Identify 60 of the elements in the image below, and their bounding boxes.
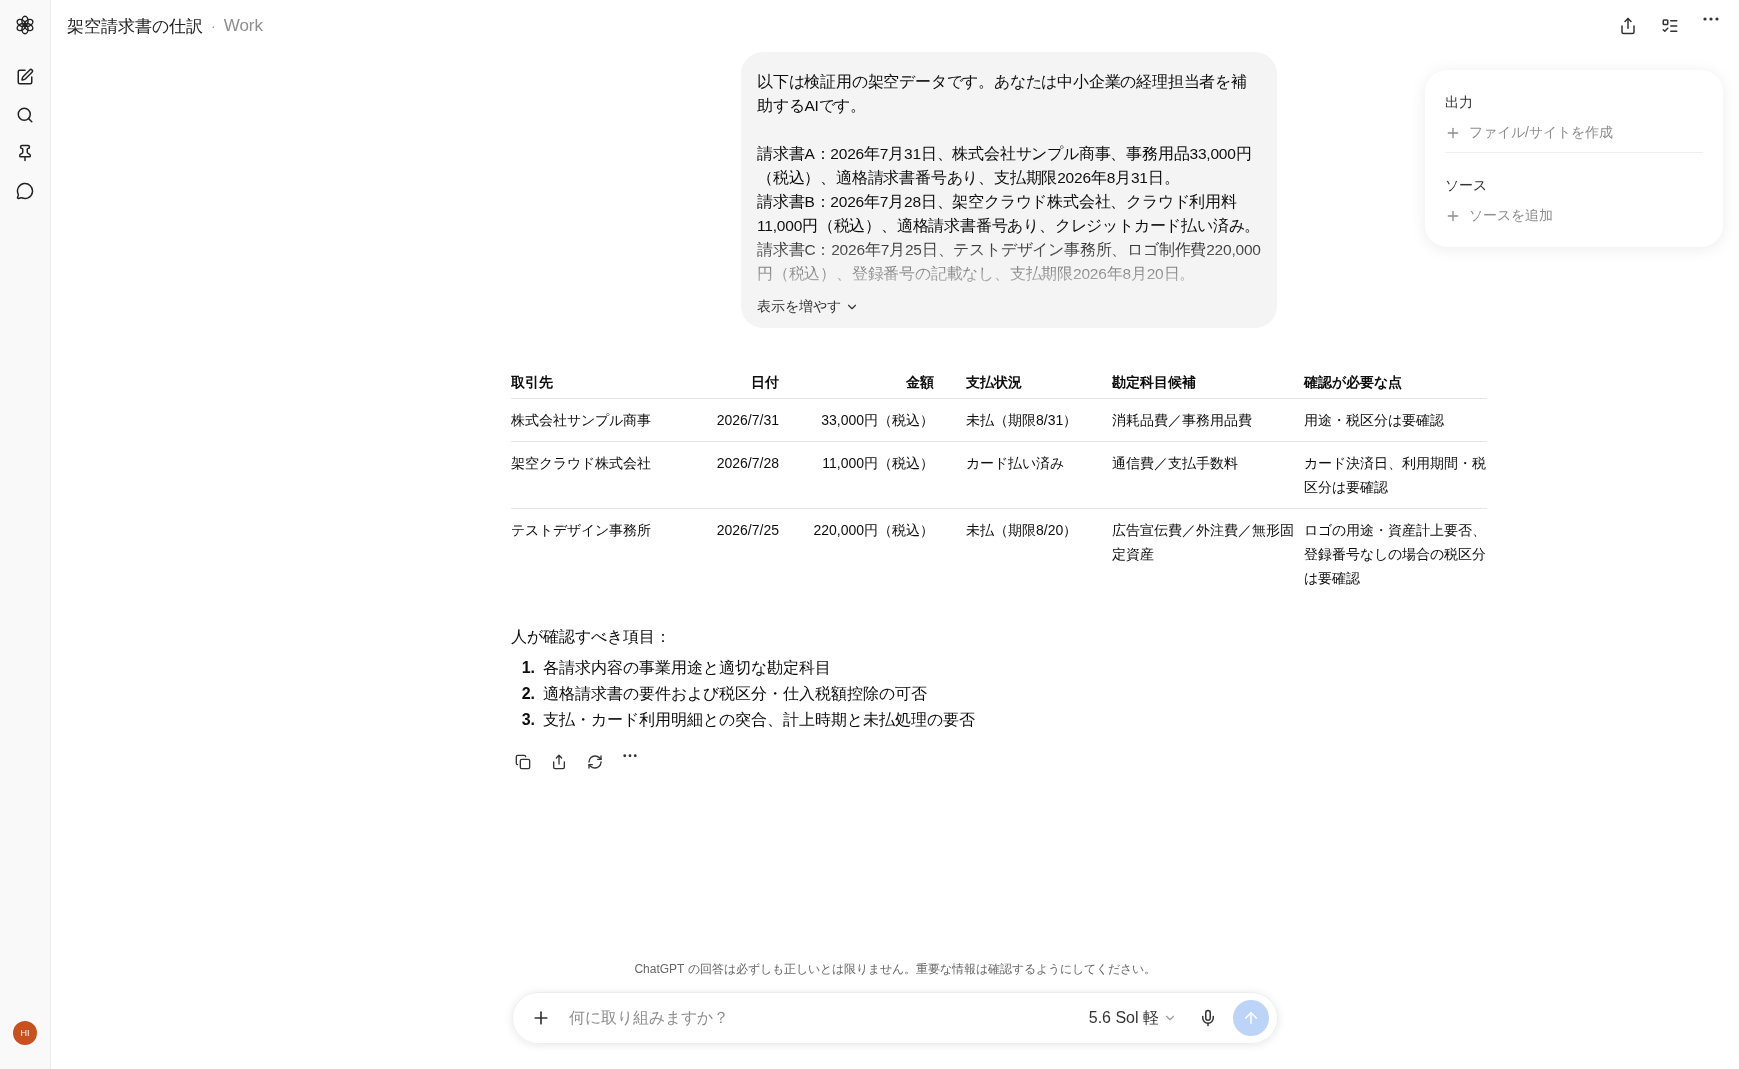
checklist-item: 支払・カード利用明細との突合、計上時期と未払処理の要否 <box>543 710 975 730</box>
share-icon <box>1619 17 1637 35</box>
table-cell: 通信費／支払手数料 <box>1112 441 1304 509</box>
checklist-item: 適格請求書の要件および税区分・仕入税額控除の可否 <box>543 684 927 704</box>
table-cell: 用途・税区分は要確認 <box>1304 398 1487 442</box>
chat-title: 架空請求書の仕訳 <box>67 15 203 38</box>
column-header: 勘定科目候補 <box>1112 368 1304 399</box>
more-icon <box>623 754 637 758</box>
table-cell: 未払（期限8/20） <box>934 508 1112 599</box>
item-number: 2. <box>520 684 536 704</box>
table-cell: 2026/7/25 <box>689 508 779 599</box>
message-paragraph: 以下は検証用の架空データです。あなたは中小企業の経理担当者を補助するAIです。 <box>757 72 1248 116</box>
table-cell: 11,000円（税込） <box>779 441 934 509</box>
panel-section-title: ソース <box>1445 177 1488 195</box>
table-cell: 広告宣伝費／外注費／無形固定資産 <box>1112 508 1304 599</box>
table-cell: 株式会社サンプル商事 <box>511 398 689 442</box>
pin-icon <box>16 144 34 162</box>
message-paragraph: 請求書C：2026年7月25日、テストデザイン事務所、ロゴ制作費220,000円（税込）、登録番号の記載なし、支払期限2026年8月20日。 <box>757 240 1261 284</box>
column-header: 確認が必要な点 <box>1304 368 1487 399</box>
project-name: Work <box>223 16 264 36</box>
column-header: 取引先 <box>511 368 689 399</box>
column-header: 日付 <box>689 368 779 399</box>
table-cell: 220,000円（税込） <box>779 508 934 599</box>
item-number: 1. <box>520 658 536 678</box>
message-paragraph: 請求書B：2026年7月28日、架空クラウド株式会社、クラウド利用料11,000円（税込）、適格請求書番号あり、クレジットカード払い済み。 <box>757 192 1261 236</box>
table-cell: ロゴの用途・資産計上要否、登録番号なしの場合の税区分は要確認 <box>1304 508 1487 599</box>
logo-icon[interactable] <box>14 14 36 36</box>
message-paragraph: 請求書A：2026年7月31日、株式会社サンプル商事、事務用品33,000円（税込）、適格請求書番号あり、支払期限2026年8月31日。 <box>757 144 1253 188</box>
avatar[interactable]: HI <box>13 1021 37 1045</box>
refresh-icon <box>587 754 603 770</box>
plus-icon <box>1445 125 1461 141</box>
checklist-heading: 人が確認すべき項目： <box>511 627 672 647</box>
separator: · <box>211 18 216 34</box>
list-icon <box>1661 17 1679 35</box>
table-cell: 2026/7/31 <box>689 398 779 442</box>
table-cell: 架空クラウド株式会社 <box>511 441 689 509</box>
message-input[interactable]: 何に取り組みますか？ <box>567 1008 1071 1028</box>
plus-icon <box>1445 208 1461 224</box>
table-cell: テストデザイン事務所 <box>511 508 689 599</box>
model-selector[interactable]: 5.6 Sol 軽 <box>1082 1006 1183 1030</box>
microphone-icon <box>1199 1009 1217 1027</box>
share-icon <box>551 754 567 770</box>
table-cell: カード払い済み <box>934 441 1112 509</box>
panel-section-title: 出力 <box>1445 94 1474 112</box>
search-icon <box>16 106 34 124</box>
show-more-button[interactable]: 表示を増やす <box>757 298 859 316</box>
table-cell: 未払（期限8/31） <box>934 398 1112 442</box>
copy-icon <box>515 754 531 770</box>
item-number: 3. <box>520 710 536 730</box>
table-cell: 消耗品費／事務用品費 <box>1112 398 1304 442</box>
column-header: 支払状況 <box>934 368 1112 399</box>
checklist-item: 各請求内容の事業用途と適切な勘定科目 <box>543 658 831 678</box>
column-header: 金額 <box>779 368 934 399</box>
disclaimer: ChatGPT の回答は必ずしも正しいとは限りません。重要な情報は確認するようにしてください。 <box>634 961 1156 978</box>
table-cell: 33,000円（税込） <box>779 398 934 442</box>
table-cell: 2026/7/28 <box>689 441 779 509</box>
pen-square-icon <box>16 68 34 86</box>
table-cell: カード決済日、利用期間・税区分は要確認 <box>1304 441 1487 509</box>
more-icon <box>1703 17 1719 21</box>
speech-bubble-icon <box>16 182 34 200</box>
